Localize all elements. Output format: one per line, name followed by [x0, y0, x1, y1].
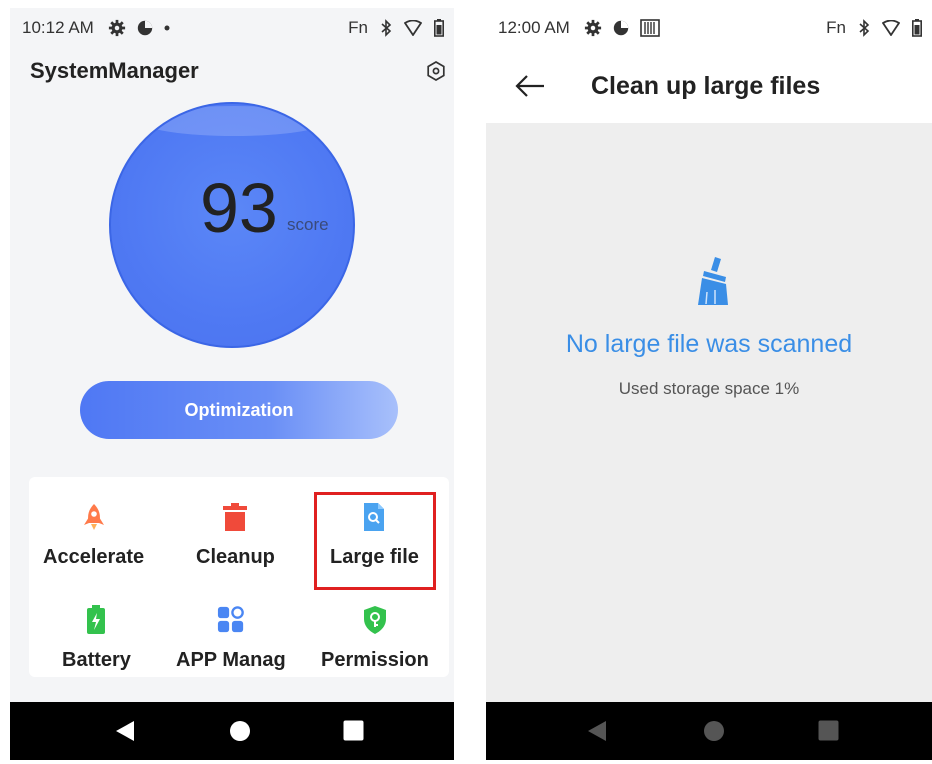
- recents-nav-icon[interactable]: [343, 720, 364, 741]
- app-bar: Clean up large files: [486, 48, 932, 123]
- tile-label: Cleanup: [196, 546, 275, 568]
- status-bar: 10:12 AM Fn: [10, 8, 454, 48]
- tile-label: Battery: [62, 649, 131, 671]
- gear-status-icon: [108, 19, 125, 37]
- tile-permission[interactable]: Permission: [321, 605, 429, 672]
- home-nav-icon[interactable]: [229, 720, 251, 742]
- tile-label: Accelerate: [43, 546, 145, 568]
- fn-indicator: Fn: [826, 18, 846, 37]
- wifi-icon: [404, 20, 422, 36]
- barcode-icon: [640, 19, 660, 37]
- app-title: SystemManager: [30, 58, 199, 83]
- highlight-box: [314, 492, 436, 590]
- tile-cleanup[interactable]: Cleanup: [196, 502, 275, 569]
- system-manager-screen: 10:12 AM Fn SystemManager 93 score Optim…: [10, 8, 454, 760]
- empty-state-title: No large file was scanned: [565, 330, 853, 358]
- recents-nav-icon[interactable]: [818, 720, 839, 741]
- notification-dot-icon: [164, 25, 170, 31]
- score-unit: score: [287, 215, 329, 234]
- optimization-button[interactable]: Optimization: [80, 381, 398, 439]
- tile-battery[interactable]: Battery: [62, 605, 131, 672]
- battery-status-icon: [434, 19, 444, 37]
- gear-status-icon: [584, 19, 601, 37]
- trash-icon: [221, 502, 249, 532]
- data-saver-icon: [137, 20, 153, 36]
- broom-icon: [698, 257, 728, 305]
- bluetooth-icon: [381, 19, 392, 37]
- tile-label: APP Manag: [176, 649, 286, 671]
- battery-status-icon: [912, 19, 922, 37]
- battery-icon: [82, 605, 110, 635]
- tile-app-manager[interactable]: APP Manag: [176, 605, 286, 672]
- fn-indicator: Fn: [348, 18, 368, 37]
- back-nav-icon[interactable]: [587, 720, 607, 742]
- storage-usage-text: Used storage space 1%: [618, 379, 800, 398]
- bluetooth-icon: [859, 19, 870, 37]
- settings-icon[interactable]: [425, 60, 447, 82]
- back-arrow-icon[interactable]: [514, 74, 546, 98]
- tile-label: Permission: [321, 649, 429, 671]
- clean-large-files-screen: 12:00 AM Fn Clean up large files No larg…: [486, 8, 932, 760]
- tile-accelerate[interactable]: Accelerate: [43, 502, 144, 569]
- navigation-bar: [10, 702, 454, 760]
- data-saver-icon: [613, 20, 629, 36]
- home-nav-icon[interactable]: [703, 720, 725, 742]
- page-title: Clean up large files: [591, 72, 821, 100]
- status-bar: 12:00 AM Fn: [486, 8, 932, 48]
- score-wave: [141, 106, 327, 136]
- back-nav-icon[interactable]: [115, 720, 135, 742]
- wifi-icon: [882, 20, 900, 36]
- score-value: 93: [200, 169, 278, 247]
- apps-icon: [217, 605, 245, 635]
- status-time: 10:12 AM: [22, 18, 94, 37]
- status-time: 12:00 AM: [498, 18, 570, 37]
- rocket-icon: [80, 502, 108, 532]
- shield-key-icon: [361, 605, 389, 635]
- navigation-bar: [486, 702, 932, 760]
